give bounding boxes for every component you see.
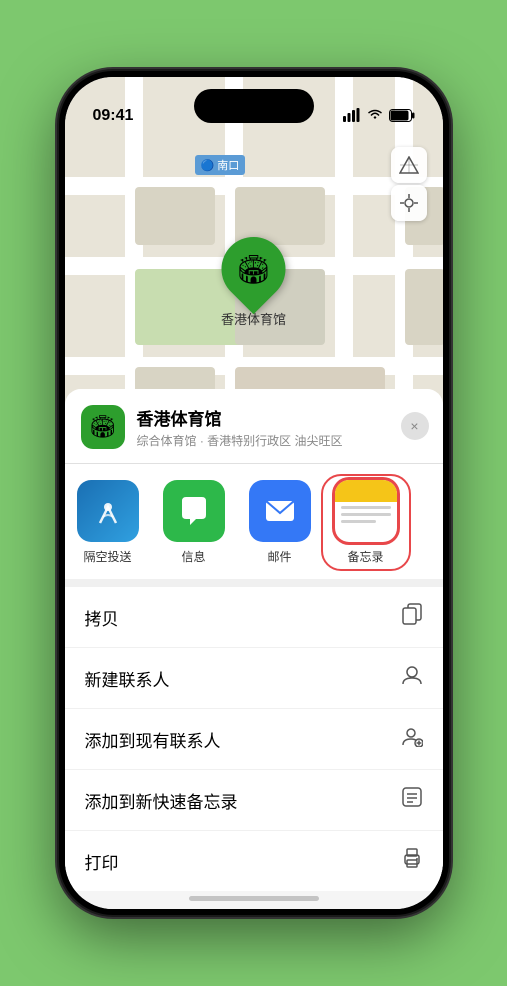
location-header: 🏟 香港体育馆 综合体育馆 · 香港特别行政区 油尖旺区 × [65,389,443,464]
airdrop-label: 隔空投送 [83,548,131,565]
print-label: 打印 [85,849,119,874]
share-action-mail[interactable]: 邮件 [237,480,323,565]
dynamic-island [194,89,314,123]
bottom-sheet: 🏟 香港体育馆 综合体育馆 · 香港特别行政区 油尖旺区 × [65,389,443,909]
quick-note-icon [401,786,423,814]
signal-icon [343,108,361,125]
new-contact-icon [401,664,423,692]
mail-icon [249,480,311,542]
notes-app-icon [335,480,397,542]
share-action-notes[interactable]: 备忘录 [323,476,409,569]
map-view-button[interactable] [391,147,427,183]
print-icon [401,847,423,875]
copy-label: 拷贝 [85,605,119,630]
menu-item-new-contact[interactable]: 新建联系人 [65,648,443,709]
copy-icon [401,603,423,631]
add-contact-icon [401,725,423,753]
location-button[interactable] [391,185,427,221]
close-button[interactable]: × [401,412,429,440]
notes-icon-content [335,480,397,542]
menu-item-add-contact[interactable]: 添加到现有联系人 [65,709,443,770]
quick-note-label: 添加到新快速备忘录 [85,788,238,813]
stadium-icon: 🏟 [236,253,272,286]
phone-screen: 09:41 [65,77,443,909]
mail-label: 邮件 [267,548,291,565]
more-icon [421,480,443,542]
location-name: 香港体育馆 [137,405,427,430]
north-label-icon: 🔵 [201,160,218,172]
notes-line-1 [341,506,391,509]
notes-label: 备忘录 [347,548,383,565]
notes-line-2 [341,513,391,516]
notes-line-3 [341,520,376,523]
messages-icon [163,480,225,542]
menu-item-quick-note[interactable]: 添加到新快速备忘录 [65,770,443,831]
stadium-pin: 🏟 [208,224,299,315]
phone-frame: 09:41 [59,71,449,915]
menu-list: 拷贝 新建联系人 [65,587,443,891]
wifi-icon [367,109,383,124]
location-venue-icon: 🏟 [81,405,125,449]
share-actions-row: 隔空投送 信息 [65,464,443,587]
share-action-airdrop[interactable]: 隔空投送 [65,480,151,565]
location-subtitle: 综合体育馆 · 香港特别行政区 油尖旺区 [137,432,427,449]
status-time: 09:41 [93,107,134,125]
stadium-marker[interactable]: 🏟 香港体育馆 [221,237,286,328]
home-indicator [189,896,319,901]
battery-icon [389,109,415,125]
add-contact-label: 添加到现有联系人 [85,727,221,752]
messages-label: 信息 [181,548,205,565]
share-action-more[interactable]: 推 [409,480,443,565]
location-info: 香港体育馆 综合体育馆 · 香港特别行政区 油尖旺区 [137,405,427,449]
new-contact-label: 新建联系人 [85,666,170,691]
share-action-messages[interactable]: 信息 [151,480,237,565]
status-icons [343,108,415,125]
menu-item-copy[interactable]: 拷贝 [65,587,443,648]
notes-yellow-strip [335,480,397,502]
map-controls [391,147,427,221]
airdrop-icon [77,480,139,542]
menu-item-print[interactable]: 打印 [65,831,443,891]
notes-lines [335,502,397,542]
north-label: 🔵 南口 [195,155,246,175]
